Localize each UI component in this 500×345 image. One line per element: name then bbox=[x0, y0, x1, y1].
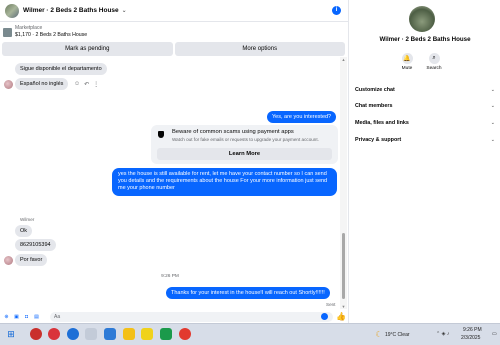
message-incoming[interactable]: 8629105394 bbox=[15, 239, 56, 251]
message-input[interactable]: Aa bbox=[50, 312, 333, 322]
message-incoming[interactable]: Por favor bbox=[15, 254, 48, 266]
taskbar: ⊞ ☾ 19°C Clear ⌃ ◈ ♪ 9:26 PM 2/3/2025 ▭ bbox=[0, 323, 500, 345]
profile-avatar bbox=[409, 6, 435, 32]
listing-source: Marketplace bbox=[15, 25, 43, 31]
app-window: Wilmer · 2 Beds 2 Baths House ⌄ i Market… bbox=[0, 0, 500, 345]
bell-icon[interactable]: 🔔 bbox=[401, 53, 413, 64]
reply-icon[interactable]: ↶ bbox=[84, 81, 89, 88]
message-incoming[interactable]: Español no inglés bbox=[15, 78, 69, 90]
warning-title: Beware of common scams using payment app… bbox=[172, 129, 294, 135]
search-icon[interactable]: ⌕ bbox=[428, 53, 440, 64]
listing-thumbnail bbox=[3, 27, 12, 37]
thumbs-up-icon[interactable]: 👍 bbox=[336, 312, 346, 321]
message-incoming[interactable]: Ok bbox=[15, 225, 33, 237]
sender-avatar bbox=[4, 256, 13, 265]
weather-icon[interactable]: ☾ bbox=[373, 328, 385, 340]
image-icon[interactable]: ▣ bbox=[13, 314, 20, 321]
active-app-icon[interactable] bbox=[85, 328, 97, 340]
section-media-files[interactable]: Media, files and links ⌄ bbox=[355, 118, 495, 128]
message-outgoing[interactable]: yes the house is still available for ren… bbox=[112, 168, 337, 196]
learn-more-button[interactable]: Learn More bbox=[157, 148, 332, 160]
profile-name: Wilmer · 2 Beds 2 Baths House bbox=[379, 36, 471, 43]
listing-actions: Mark as pending More options bbox=[2, 42, 345, 56]
chevron-down-icon: ⌄ bbox=[490, 120, 495, 126]
chat-header: Wilmer · 2 Beds 2 Baths House ⌄ i bbox=[0, 0, 349, 22]
sender-avatar bbox=[4, 80, 13, 89]
message-outgoing[interactable]: Yes, are you interested? bbox=[267, 111, 337, 123]
clock-date[interactable]: 2/3/2025 bbox=[461, 335, 480, 341]
weather-text[interactable]: 19°C Clear bbox=[385, 332, 410, 338]
app-icon[interactable] bbox=[160, 328, 172, 340]
folder-icon[interactable] bbox=[123, 328, 135, 340]
start-icon[interactable]: ⊞ bbox=[5, 328, 17, 340]
message-outgoing[interactable]: Thanks for your interest in the house!I … bbox=[166, 287, 330, 299]
section-label: Media, files and links bbox=[355, 120, 409, 126]
opera-icon[interactable] bbox=[48, 328, 60, 340]
clock-time[interactable]: 9:26 PM bbox=[463, 327, 482, 333]
listing-banner[interactable]: Marketplace $1,170 · 2 Beds 2 Baths Hous… bbox=[0, 23, 349, 41]
sticker-icon[interactable]: ◘ bbox=[23, 314, 30, 321]
chevron-down-icon[interactable]: ⌄ bbox=[122, 7, 127, 14]
more-options-button[interactable]: More options bbox=[174, 42, 345, 56]
app-icon[interactable] bbox=[179, 328, 191, 340]
edge-icon[interactable] bbox=[67, 328, 79, 340]
contact-avatar[interactable] bbox=[5, 3, 19, 18]
mute-action[interactable]: 🔔 Mute bbox=[396, 53, 418, 71]
warning-subtitle: Watch out for fake emails or requests to… bbox=[172, 137, 319, 142]
section-label: Customize chat bbox=[355, 87, 395, 93]
section-privacy-support[interactable]: Privacy & support ⌄ bbox=[355, 135, 495, 145]
chevron-down-icon: ⌄ bbox=[490, 103, 495, 109]
notification-icon[interactable]: ▭ bbox=[492, 331, 497, 337]
message-incoming[interactable]: Sigue disponible el departamento bbox=[15, 63, 107, 75]
message-actions: ☺ ↶ ⋮ bbox=[74, 81, 99, 88]
mute-label: Mute bbox=[401, 66, 413, 71]
section-customize-chat[interactable]: Customize chat ⌄ bbox=[355, 85, 495, 95]
shield-icon bbox=[158, 131, 164, 138]
emoji-react-icon[interactable]: ☺ bbox=[74, 81, 80, 88]
info-icon[interactable]: i bbox=[332, 6, 341, 15]
sent-status: Sent bbox=[326, 302, 336, 307]
scroll-down-icon[interactable]: ▼ bbox=[340, 304, 347, 309]
section-label: Chat members bbox=[355, 103, 393, 109]
chat-title[interactable]: Wilmer · 2 Beds 2 Baths House bbox=[23, 7, 119, 14]
app-icon[interactable] bbox=[104, 328, 116, 340]
section-label: Privacy & support bbox=[355, 137, 402, 143]
message-timestamp: 9:26 PM bbox=[161, 274, 179, 279]
chat-scrollbar[interactable]: ▲ ▼ bbox=[340, 57, 347, 309]
sender-name: Wilmer bbox=[20, 217, 35, 222]
chat-pane: Wilmer · 2 Beds 2 Baths House ⌄ i Market… bbox=[0, 0, 349, 323]
message-composer: ⊕ ▣ ◘ ▤ Aa 👍 bbox=[0, 311, 349, 323]
notes-icon[interactable] bbox=[141, 328, 153, 340]
search-label: Search bbox=[426, 66, 442, 71]
chevron-down-icon: ⌄ bbox=[490, 137, 495, 143]
emoji-icon[interactable] bbox=[321, 313, 328, 320]
conversation-info-pane: Wilmer · 2 Beds 2 Baths House 🔔 Mute ⌕ S… bbox=[350, 0, 500, 323]
browser-icon[interactable] bbox=[30, 328, 42, 340]
plus-icon[interactable]: ⊕ bbox=[3, 314, 10, 321]
search-action[interactable]: ⌕ Search bbox=[423, 53, 445, 71]
chevron-down-icon: ⌄ bbox=[490, 87, 495, 93]
scam-warning-card: Beware of common scams using payment app… bbox=[151, 125, 338, 164]
listing-title: $1,170 · 2 Beds 2 Baths House bbox=[15, 32, 88, 38]
system-tray-icons[interactable]: ⌃ ◈ ♪ bbox=[436, 331, 449, 337]
scroll-up-icon[interactable]: ▲ bbox=[340, 57, 347, 62]
scrollbar-thumb[interactable] bbox=[342, 233, 345, 299]
more-icon[interactable]: ⋮ bbox=[93, 81, 99, 88]
gif-icon[interactable]: ▤ bbox=[33, 314, 40, 321]
mark-pending-button[interactable]: Mark as pending bbox=[2, 42, 173, 56]
section-chat-members[interactable]: Chat members ⌄ bbox=[355, 101, 495, 111]
